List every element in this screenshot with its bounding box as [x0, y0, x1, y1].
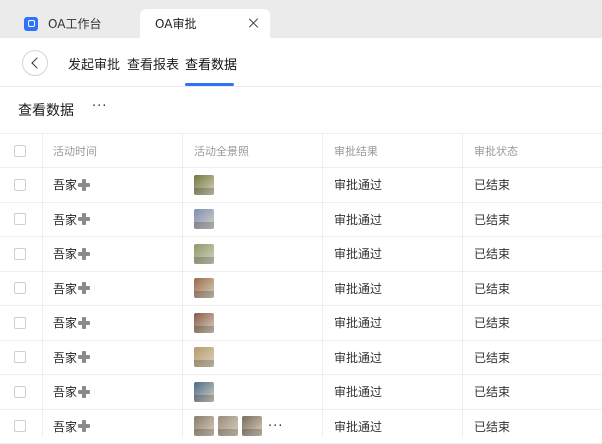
nav-tab-view-data[interactable]: 查看数据: [185, 54, 237, 73]
tab-label: OA审批: [155, 15, 196, 32]
table-header-row: 活动时间 活动全景照 审批结果 审批状态: [0, 133, 602, 168]
activity-time-value: 吾家: [53, 280, 77, 297]
row-checkbox[interactable]: [14, 386, 26, 398]
approval-status: 已结束: [474, 168, 510, 202]
photo-cell: [194, 375, 218, 409]
activity-time-value: 吾家: [53, 211, 77, 228]
activity-time-value: 吾家: [53, 176, 77, 193]
approval-status: 已结束: [474, 410, 510, 444]
table-row[interactable]: 吾家 审批通过 已结束: [0, 203, 602, 238]
table-row[interactable]: 吾家 审批通过 已结束: [0, 237, 602, 272]
table-row[interactable]: 吾家 审批通过 已结束: [0, 306, 602, 341]
active-tab-indicator: [185, 83, 234, 86]
photo-thumbnail[interactable]: [194, 382, 214, 402]
photo-thumbnail[interactable]: [194, 278, 214, 298]
tab-label: OA工作台: [48, 15, 101, 32]
sub-navigation: 发起审批 查看报表 查看数据: [0, 38, 602, 87]
back-button[interactable]: [22, 50, 48, 76]
nav-tab-view-report[interactable]: 查看报表: [127, 54, 179, 73]
plus-icon: [78, 420, 90, 432]
page-title: 查看数据: [18, 100, 74, 120]
photo-cell: [194, 168, 218, 202]
approval-result: 审批通过: [334, 410, 382, 444]
close-icon[interactable]: [247, 16, 261, 30]
approval-result: 审批通过: [334, 168, 382, 202]
approval-status: 已结束: [474, 203, 510, 237]
tab-oa-approval[interactable]: OA审批: [140, 9, 270, 38]
photo-cell: ···: [194, 410, 283, 444]
approval-result: 审批通过: [334, 237, 382, 271]
approval-status: 已结束: [474, 306, 510, 340]
activity-time-value: 吾家: [53, 245, 77, 262]
plus-icon: [78, 351, 90, 363]
table-row[interactable]: 吾家 审批通过 已结束: [0, 272, 602, 307]
activity-time-value: 吾家: [53, 418, 77, 435]
approval-result: 审批通过: [334, 341, 382, 375]
photo-cell: [194, 306, 218, 340]
table-row[interactable]: 吾家 ··· 审批通过 已结束: [0, 410, 602, 444]
activity-time-value: 吾家: [53, 383, 77, 400]
photo-cell: [194, 203, 218, 237]
approval-status: 已结束: [474, 272, 510, 306]
row-checkbox[interactable]: [14, 213, 26, 225]
approval-result: 审批通过: [334, 203, 382, 237]
table-row[interactable]: 吾家 审批通过 已结束: [0, 341, 602, 376]
app-grid-icon: [24, 17, 38, 31]
row-checkbox[interactable]: [14, 282, 26, 294]
more-photos-indicator[interactable]: ···: [268, 419, 283, 434]
photo-cell: [194, 237, 218, 271]
plus-icon: [78, 317, 90, 329]
approval-result: 审批通过: [334, 306, 382, 340]
photo-cell: [194, 272, 218, 306]
activity-time-value: 吾家: [53, 314, 77, 331]
nav-tab-submit-approval[interactable]: 发起审批: [68, 54, 120, 73]
approval-status: 已结束: [474, 341, 510, 375]
photo-cell: [194, 341, 218, 375]
table-row[interactable]: 吾家 审批通过 已结束: [0, 375, 602, 410]
photo-thumbnail[interactable]: [194, 416, 214, 436]
photo-thumbnail[interactable]: [194, 209, 214, 229]
column-header-photos[interactable]: 活动全景照: [194, 134, 249, 167]
row-checkbox[interactable]: [14, 248, 26, 260]
browser-tab-strip: OA工作台 OA审批: [0, 0, 602, 38]
row-checkbox[interactable]: [14, 317, 26, 329]
more-options-button[interactable]: ···: [92, 99, 107, 114]
table-row[interactable]: 吾家 审批通过 已结束: [0, 168, 602, 203]
data-table: 活动时间 活动全景照 审批结果 审批状态 吾家审批通过已结束吾家审批通过已结束吾…: [0, 133, 602, 444]
tab-oa-workbench[interactable]: OA工作台: [16, 9, 134, 38]
photo-thumbnail[interactable]: [242, 416, 262, 436]
approval-result: 审批通过: [334, 272, 382, 306]
column-header-time[interactable]: 活动时间: [53, 134, 97, 167]
photo-thumbnail[interactable]: [194, 244, 214, 264]
plus-icon: [78, 248, 90, 260]
column-header-result[interactable]: 审批结果: [334, 134, 378, 167]
row-checkbox[interactable]: [14, 179, 26, 191]
plus-icon: [78, 179, 90, 191]
approval-status: 已结束: [474, 237, 510, 271]
row-checkbox[interactable]: [14, 420, 26, 432]
plus-icon: [78, 213, 90, 225]
photo-thumbnail[interactable]: [218, 416, 238, 436]
photo-thumbnail[interactable]: [194, 347, 214, 367]
photo-thumbnail[interactable]: [194, 175, 214, 195]
row-checkbox[interactable]: [14, 351, 26, 363]
approval-result: 审批通过: [334, 375, 382, 409]
activity-time-value: 吾家: [53, 349, 77, 366]
column-header-status[interactable]: 审批状态: [474, 134, 518, 167]
plus-icon: [78, 386, 90, 398]
select-all-checkbox[interactable]: [14, 145, 26, 157]
plus-icon: [78, 282, 90, 294]
approval-status: 已结束: [474, 375, 510, 409]
photo-thumbnail[interactable]: [194, 313, 214, 333]
